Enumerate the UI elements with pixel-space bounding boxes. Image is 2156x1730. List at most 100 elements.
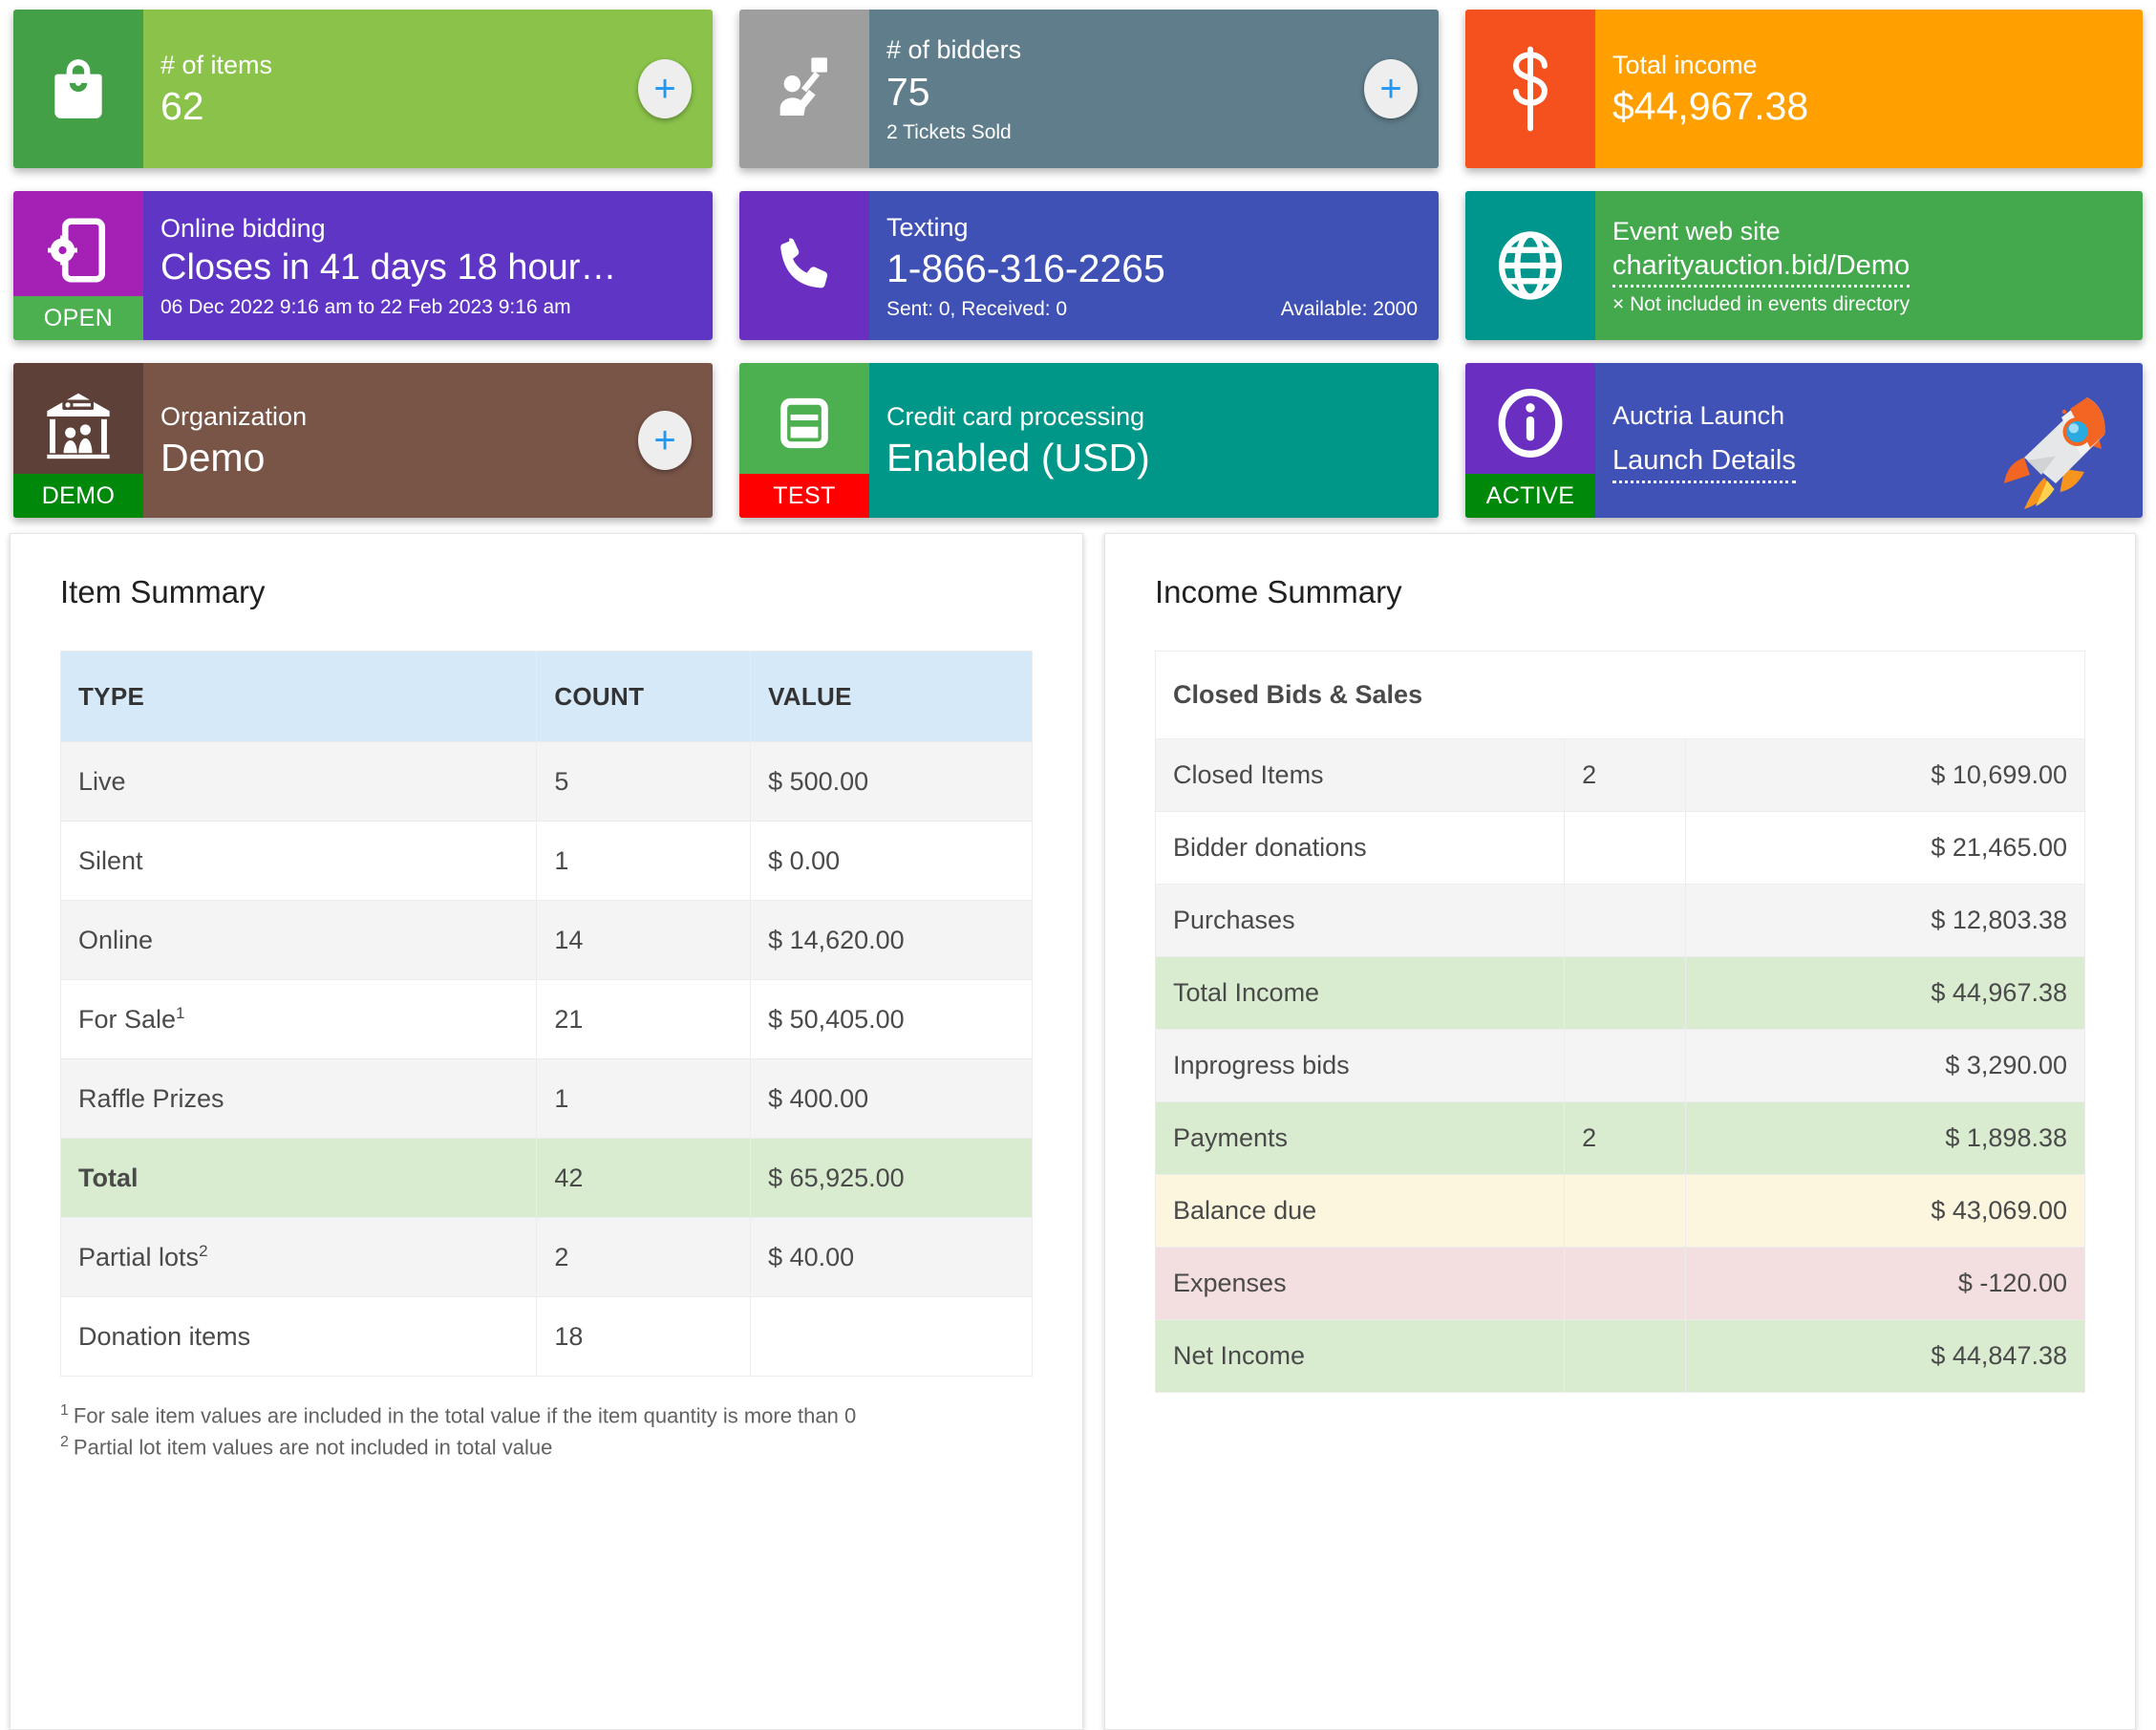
tile-texting-label: Texting [886, 212, 1418, 245]
tile-bidders-icon-area [739, 10, 869, 168]
tile-texting-body: Texting 1-866-316-2265 Sent: 0, Received… [869, 191, 1439, 340]
footnote-text: Partial lot item values are not included… [74, 1436, 552, 1460]
item-summary-footnotes: 1 For sale item values are included in th… [60, 1399, 1033, 1463]
tile-bidders[interactable]: # of bidders 75 2 Tickets Sold + [739, 10, 1439, 168]
footnote-marker: 2 [199, 1242, 207, 1260]
table-row[interactable]: Closed Items 2 $ 10,699.00 [1156, 739, 2085, 812]
item-row-count: 14 [537, 901, 751, 980]
tile-cell-texting: Texting 1-866-316-2265 Sent: 0, Received… [726, 182, 1452, 353]
item-row-type[interactable]: Online [61, 901, 537, 980]
income-row-label[interactable]: Closed Items [1156, 739, 1565, 812]
table-row[interactable]: Purchases $ 12,803.38 [1156, 885, 2085, 957]
income-row-amount: $ 10,699.00 [1685, 739, 2084, 812]
item-row-type[interactable]: Raffle Prizes [61, 1059, 537, 1139]
tile-total-income[interactable]: Total income $44,967.38 [1465, 10, 2143, 168]
item-row-value: $ 400.00 [751, 1059, 1033, 1139]
footnote-marker: 1 [60, 1402, 69, 1419]
mobile-settings-icon [47, 213, 110, 288]
tile-items-add-button[interactable]: + [638, 59, 692, 118]
table-row-expenses[interactable]: Expenses $ -120.00 [1156, 1248, 2085, 1320]
table-row[interactable]: Partial lots2 2 $ 40.00 [61, 1218, 1033, 1297]
tile-online-bidding-status-badge: OPEN [13, 296, 143, 340]
tile-auctria-launch-icon-area: ACTIVE [1465, 363, 1595, 518]
tile-texting[interactable]: Texting 1-866-316-2265 Sent: 0, Received… [739, 191, 1439, 340]
income-row-amount: $ 44,967.38 [1685, 957, 2084, 1030]
table-row[interactable]: Donation items 18 [61, 1297, 1033, 1377]
tile-cell-bidders: # of bidders 75 2 Tickets Sold + [726, 0, 1452, 182]
income-row-label[interactable]: Payments [1156, 1102, 1565, 1175]
income-row-label[interactable]: Expenses [1156, 1248, 1565, 1320]
item-row-type[interactable]: For Sale1 [61, 980, 537, 1059]
item-row-count: 18 [537, 1297, 751, 1377]
income-row-label[interactable]: Bidder donations [1156, 812, 1565, 885]
table-row[interactable]: Live 5 $ 500.00 [61, 742, 1033, 822]
tile-event-web-site-link[interactable]: charityauction.bid/Demo [1612, 248, 1910, 288]
item-row-count: 5 [537, 742, 751, 822]
income-row-count [1565, 1175, 1685, 1248]
table-row[interactable]: Payments 2 $ 1,898.38 [1156, 1102, 2085, 1175]
income-row-label[interactable]: Balance due [1156, 1175, 1565, 1248]
dashboard-root: # of items 62 + # of bidders 75 2 Ticket… [0, 0, 2156, 1730]
table-row[interactable]: For Sale1 21 $ 50,405.00 [61, 980, 1033, 1059]
income-row-label[interactable]: Inprogress bids [1156, 1030, 1565, 1102]
tile-bidders-body: # of bidders 75 2 Tickets Sold + [869, 10, 1439, 168]
tile-organization-add-button[interactable]: + [638, 411, 692, 470]
tile-credit-card-processing[interactable]: TEST Credit card processing Enabled (USD… [739, 363, 1439, 518]
summary-panels: Item Summary TYPE COUNT VALUE Live 5 $ 5… [0, 533, 2156, 1730]
footnote: 1 For sale item values are included in th… [60, 1399, 1033, 1431]
tile-organization[interactable]: DEMO Organization Demo + [13, 363, 713, 518]
table-row[interactable]: Raffle Prizes 1 $ 400.00 [61, 1059, 1033, 1139]
income-row-count: 2 [1565, 1102, 1685, 1175]
item-row-type[interactable]: Partial lots2 [61, 1218, 537, 1297]
tile-auctria-launch-details-link[interactable]: Launch Details [1612, 443, 1796, 482]
income-row-label[interactable]: Total Income [1156, 957, 1565, 1030]
item-summary-table: TYPE COUNT VALUE Live 5 $ 500.00 Silent … [60, 651, 1033, 1377]
item-row-type-label: Partial lots [78, 1243, 199, 1271]
tile-online-bidding[interactable]: OPEN Online bidding Closes in 41 days 18… [13, 191, 713, 340]
income-row-label[interactable]: Purchases [1156, 885, 1565, 957]
item-row-type[interactable]: Total [61, 1139, 537, 1218]
tile-auctria-launch-body: Auctria Launch Launch Details [1595, 363, 2143, 518]
income-summary-group-header-row: Closed Bids & Sales [1156, 651, 2085, 739]
table-row[interactable]: Online 14 $ 14,620.00 [61, 901, 1033, 980]
tile-cell-credit-card-processing: TEST Credit card processing Enabled (USD… [726, 353, 1452, 531]
income-row-amount: $ -120.00 [1685, 1248, 2084, 1320]
item-summary-header-row: TYPE COUNT VALUE [61, 651, 1033, 742]
status-tile-grid: # of items 62 + # of bidders 75 2 Ticket… [0, 0, 2156, 531]
info-circle-icon [1494, 386, 1567, 460]
footnote-text: For sale item values are included in the… [74, 1403, 856, 1427]
tile-texting-sent-received: Sent: 0, Received: 0 [886, 298, 1067, 321]
income-row-amount: $ 1,898.38 [1685, 1102, 2084, 1175]
table-row-total-income[interactable]: Total Income $ 44,967.38 [1156, 957, 2085, 1030]
tile-online-bidding-icon-area: OPEN [13, 191, 143, 340]
table-row[interactable]: Inprogress bids $ 3,290.00 [1156, 1030, 2085, 1102]
item-row-type[interactable]: Donation items [61, 1297, 537, 1377]
tile-cell-items: # of items 62 + [0, 0, 726, 182]
tile-items[interactable]: # of items 62 + [13, 10, 713, 168]
tile-cell-auctria-launch: ACTIVE Auctria Launch Launch Details [1452, 353, 2156, 531]
income-row-amount: $ 12,803.38 [1685, 885, 2084, 957]
item-row-type[interactable]: Silent [61, 822, 537, 901]
tile-total-income-icon-area [1465, 10, 1595, 168]
item-row-value [751, 1297, 1033, 1377]
item-row-count: 2 [537, 1218, 751, 1297]
tile-items-value: 62 [160, 83, 692, 130]
tile-bidders-add-button[interactable]: + [1364, 59, 1418, 118]
item-summary-col-count: COUNT [537, 651, 751, 742]
tile-event-web-site[interactable]: Event web site charityauction.bid/Demo ×… [1465, 191, 2143, 340]
table-row-balance-due[interactable]: Balance due $ 43,069.00 [1156, 1175, 2085, 1248]
item-row-count: 21 [537, 980, 751, 1059]
table-row[interactable]: Bidder donations $ 21,465.00 [1156, 812, 2085, 885]
income-row-label[interactable]: Net Income [1156, 1320, 1565, 1393]
tile-items-label: # of items [160, 50, 692, 82]
item-summary-col-type: TYPE [61, 651, 537, 742]
item-row-type[interactable]: Live [61, 742, 537, 822]
table-row-total[interactable]: Total 42 $ 65,925.00 [61, 1139, 1033, 1218]
table-row[interactable]: Silent 1 $ 0.00 [61, 822, 1033, 901]
tile-auctria-launch[interactable]: ACTIVE Auctria Launch Launch Details [1465, 363, 2143, 518]
table-row-net-income[interactable]: Net Income $ 44,847.38 [1156, 1320, 2085, 1393]
income-row-count [1565, 1248, 1685, 1320]
tile-event-web-site-directory-note: × Not included in events directory [1612, 291, 2122, 317]
income-row-amount: $ 3,290.00 [1685, 1030, 2084, 1102]
tile-texting-icon-area [739, 191, 869, 340]
